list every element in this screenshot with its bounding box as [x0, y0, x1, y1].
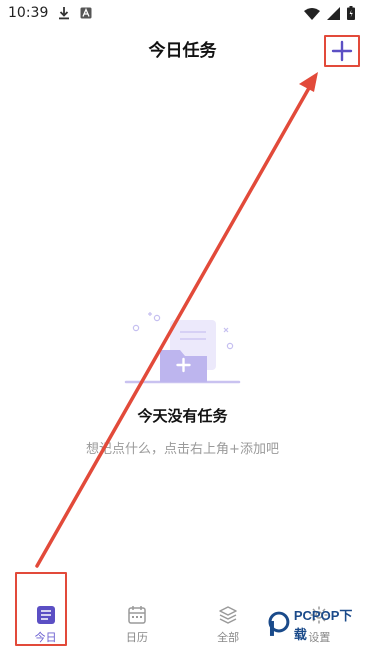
add-task-button[interactable] — [324, 35, 360, 67]
calendar-icon — [128, 606, 146, 624]
wifi-icon — [304, 7, 320, 20]
annotation-highlight-today-tab — [15, 572, 67, 646]
tab-label-calendar: 日历 — [125, 631, 148, 644]
signal-icon — [327, 6, 340, 20]
download-icon — [58, 6, 70, 20]
battery-icon — [347, 6, 355, 20]
empty-state-title: 今天没有任务 — [137, 407, 228, 425]
plus-icon — [331, 40, 353, 62]
tab-calendar[interactable]: 日历 — [91, 596, 182, 650]
watermark-logo: PCPOP下载 — [268, 606, 365, 642]
tab-all[interactable]: 全部 — [183, 596, 274, 650]
page-title: 今日任务 — [148, 41, 217, 61]
pcpop-logo-icon — [268, 611, 290, 636]
empty-folder-illustration — [124, 312, 241, 384]
status-bar: 10:39 — [0, 0, 365, 26]
tab-label-all: 全部 — [217, 631, 240, 644]
watermark-text: PCPOP下载 — [293, 608, 353, 642]
status-time: 10:39 — [8, 5, 49, 21]
font-app-icon — [80, 7, 92, 19]
layers-icon — [219, 606, 237, 624]
empty-state-hint: 想记点什么，点击右上角+添加吧 — [86, 442, 279, 457]
